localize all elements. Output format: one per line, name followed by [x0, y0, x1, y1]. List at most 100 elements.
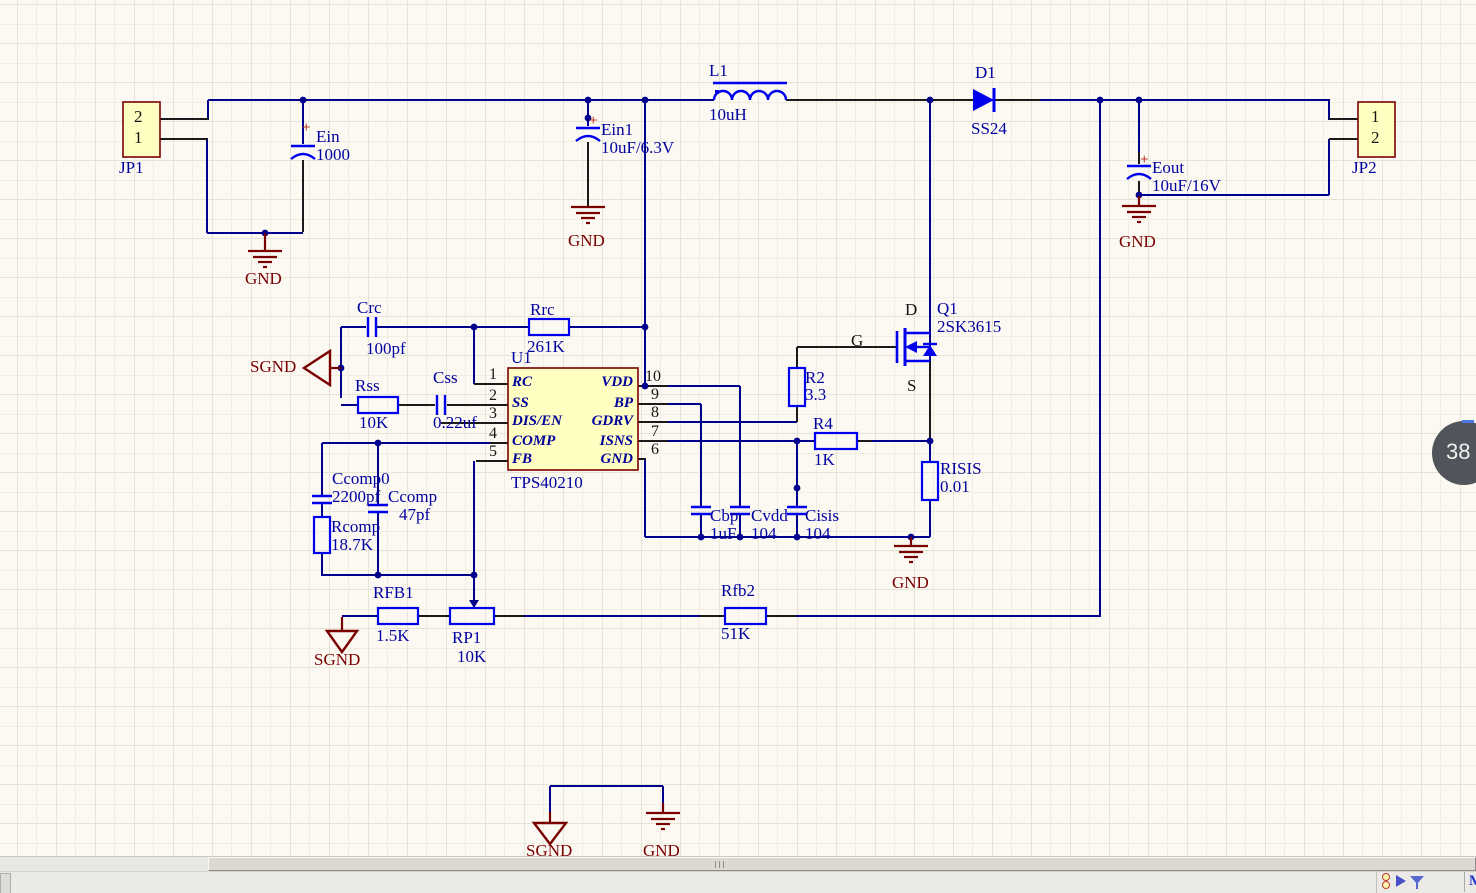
eout-value[interactable]: 10uF/16V	[1152, 176, 1221, 196]
u1-part-number[interactable]: TPS40210	[511, 473, 583, 493]
rss-refdes[interactable]: Rss	[355, 376, 380, 396]
r4-refdes[interactable]: R4	[813, 414, 833, 434]
resistor-risis-symbol[interactable]	[920, 460, 940, 502]
sgnd-symbol-left[interactable]	[301, 348, 341, 388]
jp2-refdes[interactable]: JP2	[1352, 158, 1377, 178]
junction-dot	[926, 96, 934, 104]
rfb2-refdes[interactable]: Rfb2	[721, 581, 755, 601]
q1-refdes[interactable]: Q1	[937, 299, 958, 319]
potentiometer-rp1-symbol[interactable]	[448, 606, 496, 626]
capacitor-ein-symbol[interactable]	[290, 144, 316, 160]
sgnd-label-left[interactable]: SGND	[250, 357, 296, 377]
ein-refdes[interactable]: Ein	[316, 127, 340, 147]
ccomp0-refdes[interactable]: Ccomp0	[332, 469, 390, 489]
capacitor-ein1-symbol[interactable]	[575, 126, 601, 142]
ein1-value[interactable]: 10uF/6.3V	[601, 138, 674, 158]
gnd-label-ein1[interactable]: GND	[568, 231, 605, 251]
capacitor-cbp-symbol[interactable]	[691, 505, 711, 516]
sgnd-label-bottom-left[interactable]: SGND	[314, 650, 360, 670]
resistor-r4-symbol[interactable]	[813, 431, 859, 451]
cvdd-refdes[interactable]: Cvdd	[751, 506, 788, 526]
mask-mode-letter[interactable]: M	[1469, 873, 1476, 890]
u1-pin-name-comp: COMP	[512, 433, 556, 449]
rfb1-refdes[interactable]: RFB1	[373, 583, 414, 603]
rss-value[interactable]: 10K	[359, 413, 388, 433]
jp2-pin1-number: 1	[1371, 107, 1380, 126]
cisis-value[interactable]: 104	[805, 524, 831, 544]
capacitor-crc-symbol[interactable]	[366, 317, 378, 337]
resistor-rss-symbol[interactable]	[356, 395, 400, 415]
l1-value[interactable]: 10uH	[709, 105, 747, 125]
ccomp-value[interactable]: 47pf	[399, 505, 430, 525]
rcomp-refdes[interactable]: Rcomp	[331, 517, 380, 537]
sgnd-symbol-bottom-left[interactable]	[324, 617, 360, 655]
gnd-symbol-ein[interactable]	[248, 233, 282, 269]
capacitor-cisis-symbol[interactable]	[787, 505, 807, 516]
css-refdes[interactable]: Css	[433, 368, 458, 388]
diode-d1-symbol[interactable]	[973, 88, 996, 112]
horizontal-scrollbar-track[interactable]	[0, 856, 1476, 871]
overlay-badge-count: 38	[1446, 439, 1471, 464]
junction-dot	[641, 96, 649, 104]
u1-pin-number-2: 2	[489, 387, 497, 404]
rp1-wiper-arrow[interactable]	[469, 600, 479, 608]
filter-icon-stem	[1416, 883, 1418, 889]
d1-refdes[interactable]: D1	[975, 63, 996, 83]
crc-value[interactable]: 100pf	[366, 339, 406, 359]
hotspot-grid-icon[interactable]	[1382, 881, 1390, 889]
gnd-symbol-bottom[interactable]	[646, 803, 680, 831]
rfb1-value[interactable]: 1.5K	[376, 626, 410, 646]
d1-value[interactable]: SS24	[971, 119, 1007, 139]
ein1-refdes[interactable]: Ein1	[601, 120, 633, 140]
resistor-rcomp-symbol[interactable]	[312, 515, 332, 555]
gnd-symbol-eout[interactable]	[1122, 196, 1156, 224]
rfb2-value[interactable]: 51K	[721, 624, 750, 644]
l1-refdes[interactable]: L1	[709, 61, 728, 81]
ein-value[interactable]: 1000	[316, 145, 350, 165]
capacitor-ccomp0-symbol[interactable]	[312, 494, 332, 505]
cisis-refdes[interactable]: Cisis	[805, 506, 839, 526]
inductor-l1-symbol[interactable]	[712, 81, 788, 101]
q1-gate-label: G	[851, 331, 864, 350]
capacitor-css-symbol[interactable]	[435, 395, 447, 415]
gnd-symbol-ein1[interactable]	[571, 205, 605, 225]
risis-refdes[interactable]: RISIS	[940, 459, 982, 479]
jp1-pin2-number: 2	[134, 107, 143, 126]
jp1-refdes[interactable]: JP1	[119, 158, 144, 178]
junction-dot	[299, 96, 307, 104]
resistor-rrc-symbol[interactable]	[527, 317, 571, 337]
rcomp-value[interactable]: 18.7K	[331, 535, 373, 555]
risis-value[interactable]: 0.01	[940, 477, 970, 497]
sgnd-symbol-bottom[interactable]	[531, 812, 569, 846]
r2-value[interactable]: 3.3	[805, 385, 826, 405]
q1-part-number[interactable]: 2SK3615	[937, 317, 1001, 337]
r4-value[interactable]: 1K	[814, 450, 835, 470]
gnd-label-mid[interactable]: GND	[892, 573, 929, 593]
junction-dot	[374, 571, 382, 579]
toolbar-separator	[1464, 872, 1465, 892]
schematic-canvas[interactable]: 2 1 JP1 + Ein 1000 GND + Ein1 10uF/6.3V …	[0, 0, 1476, 893]
cbp-value[interactable]: 1uF	[710, 524, 736, 544]
ccomp-refdes[interactable]: Ccomp	[388, 487, 437, 507]
rp1-refdes[interactable]: RP1	[452, 628, 481, 648]
css-value[interactable]: 0.22uf	[433, 413, 477, 433]
cvdd-value[interactable]: 104	[751, 524, 777, 544]
resistor-rfb1-symbol[interactable]	[376, 606, 420, 626]
gnd-symbol-mid[interactable]	[894, 537, 928, 564]
mask-level-icon[interactable]	[1396, 875, 1406, 887]
gnd-label-eout[interactable]: GND	[1119, 232, 1156, 252]
resistor-r2-symbol[interactable]	[787, 366, 807, 408]
crc-refdes[interactable]: Crc	[357, 298, 382, 318]
cbp-refdes[interactable]: Cbp	[710, 506, 738, 526]
resistor-rfb2-symbol[interactable]	[723, 606, 768, 626]
snap-grid-icon[interactable]	[1382, 873, 1390, 881]
gnd-label-ein[interactable]: GND	[245, 269, 282, 289]
rrc-value[interactable]: 261K	[527, 337, 565, 357]
panel-resize-handle[interactable]	[0, 873, 11, 893]
u1-refdes[interactable]: U1	[511, 348, 532, 368]
eout-refdes[interactable]: Eout	[1152, 158, 1184, 178]
rrc-refdes[interactable]: Rrc	[530, 300, 555, 320]
rp1-value[interactable]: 10K	[457, 647, 486, 667]
horizontal-scrollbar-thumb[interactable]	[208, 857, 1476, 871]
ccomp0-value[interactable]: 2200pf	[332, 487, 380, 507]
